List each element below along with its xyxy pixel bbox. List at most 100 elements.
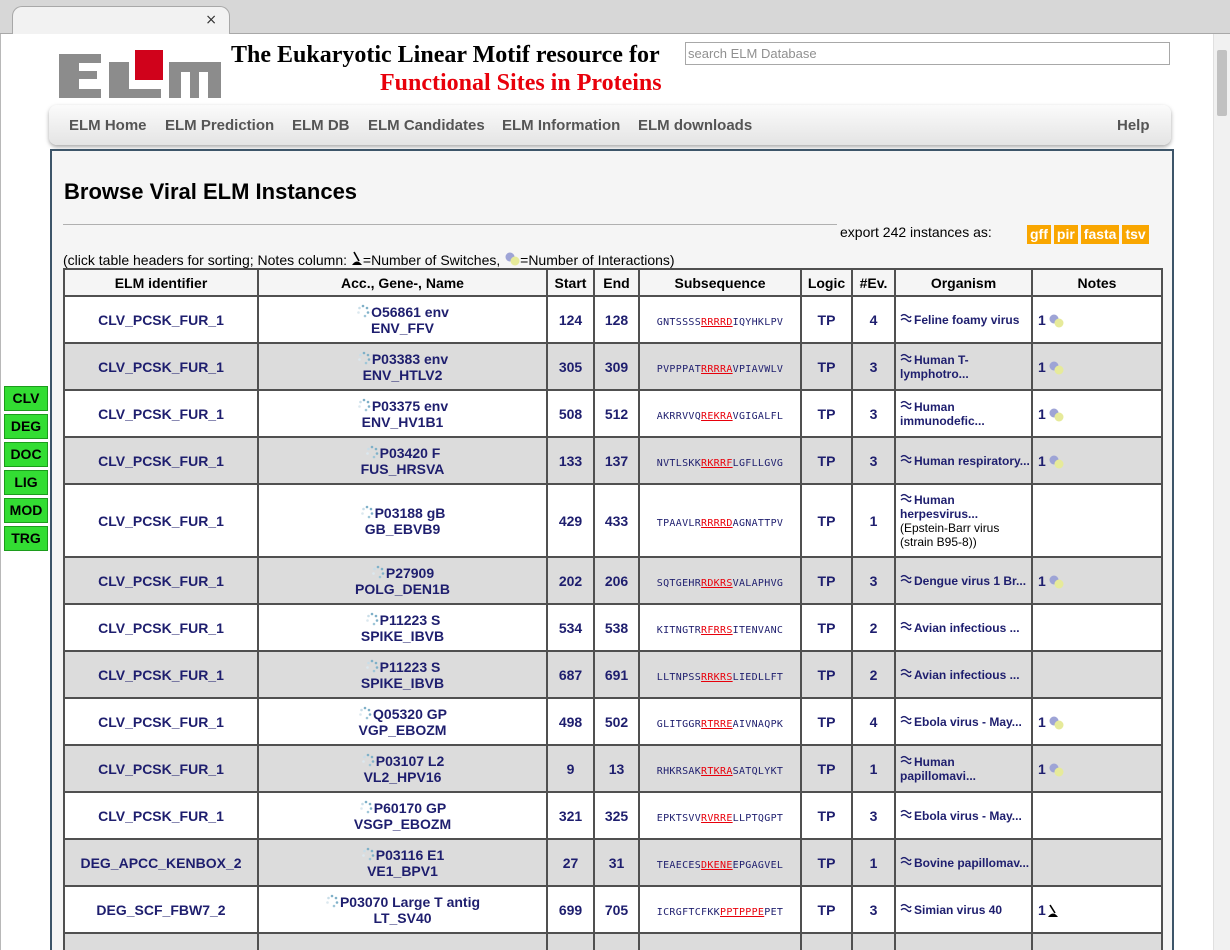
taxonomy-icon[interactable] (900, 715, 912, 725)
accession-link[interactable]: Q05320 GP (373, 706, 447, 722)
accession-link[interactable]: P60170 GP (374, 800, 446, 816)
elm-identifier-link[interactable]: CLV_PCSK_FUR_1 (98, 312, 224, 328)
elm-identifier-link[interactable]: CLV_PCSK_FUR_1 (98, 406, 224, 422)
taxonomy-icon[interactable] (900, 903, 912, 913)
taxonomy-icon[interactable] (900, 621, 912, 631)
elm-identifier-link[interactable]: DEG_SCF_FBW7_2 (96, 902, 225, 918)
elm-identifier-link[interactable]: CLV_PCSK_FUR_1 (98, 761, 224, 777)
scrollbar-thumb[interactable] (1217, 50, 1227, 116)
elm-identifier-link[interactable]: CLV_PCSK_FUR_1 (98, 513, 224, 529)
accession-link[interactable]: P27909 (386, 565, 434, 581)
elm-identifier-link[interactable]: CLV_PCSK_FUR_1 (98, 714, 224, 730)
protein-name-link[interactable]: POLG_DEN1B (355, 581, 450, 597)
interaction-icon[interactable] (1046, 361, 1064, 375)
switch-icon[interactable] (1046, 904, 1064, 918)
protein-name-link[interactable]: VE1_BPV1 (367, 863, 438, 879)
nav-elm-candidates[interactable]: ELM Candidates (368, 117, 485, 134)
taxonomy-icon[interactable] (900, 856, 912, 866)
accession-link[interactable]: P11223 S (380, 612, 441, 628)
export-fasta-button[interactable]: fasta (1080, 225, 1120, 244)
col-header-start[interactable]: Start (546, 268, 595, 297)
export-gff-button[interactable]: gff (1027, 225, 1051, 244)
interaction-icon[interactable] (1046, 575, 1064, 589)
protein-name-link[interactable]: SPIKE_IBVB (361, 628, 444, 644)
col-header-logic[interactable]: Logic (800, 268, 853, 297)
side-btn-lig[interactable]: LIG (4, 470, 48, 495)
nav-elm-db[interactable]: ELM DB (292, 117, 350, 134)
col-header-organism[interactable]: Organism (894, 268, 1033, 297)
accession-link[interactable]: P03070 Large T antig (340, 894, 480, 910)
organism-name[interactable]: Feline foamy virus (914, 313, 1019, 327)
export-tsv-button[interactable]: tsv (1122, 225, 1149, 244)
taxonomy-icon[interactable] (900, 809, 912, 819)
organism-name[interactable]: Human immunodefic... (900, 400, 985, 428)
protein-name-link[interactable]: FUS_HRSVA (361, 461, 445, 477)
protein-name-link[interactable]: VL2_HPV16 (364, 769, 442, 785)
elm-identifier-link[interactable]: DEG_APCC_KENBOX_2 (80, 855, 241, 871)
interaction-icon[interactable] (1046, 716, 1064, 730)
protein-name-link[interactable]: SPIKE_IBVB (361, 675, 444, 691)
accession-link[interactable]: P03107 L2 (376, 753, 445, 769)
col-header-notes[interactable]: Notes (1031, 268, 1163, 297)
nav-elm-downloads[interactable]: ELM downloads (638, 117, 752, 134)
accession-link[interactable]: P03116 E1 (376, 847, 445, 863)
accession-link[interactable]: P03420 F (380, 445, 441, 461)
elm-identifier-link[interactable]: CLV_PCSK_FUR_1 (98, 620, 224, 636)
taxonomy-icon[interactable] (900, 668, 912, 678)
protein-name-link[interactable]: VSGP_EBOZM (354, 816, 451, 832)
side-btn-clv[interactable]: CLV (4, 386, 48, 411)
elm-identifier-link[interactable]: CLV_PCSK_FUR_1 (98, 359, 224, 375)
accession-link[interactable]: O56861 env (371, 304, 449, 320)
taxonomy-icon[interactable] (900, 493, 912, 503)
interaction-icon[interactable] (1046, 763, 1064, 777)
nav-help[interactable]: Help (1117, 117, 1150, 134)
interaction-icon[interactable] (1046, 314, 1064, 328)
organism-name[interactable]: Bovine papillomav... (914, 856, 1029, 870)
organism-name[interactable]: Ebola virus - May... (914, 715, 1022, 729)
protein-name-link[interactable]: LT_SV40 (373, 910, 431, 926)
taxonomy-icon[interactable] (900, 313, 912, 323)
organism-name[interactable]: Avian infectious ... (914, 621, 1020, 635)
side-btn-trg[interactable]: TRG (4, 526, 48, 551)
nav-elm-home[interactable]: ELM Home (69, 117, 147, 134)
organism-name[interactable]: Avian infectious ... (914, 668, 1020, 682)
export-pir-button[interactable]: pir (1053, 225, 1078, 244)
taxonomy-icon[interactable] (900, 353, 912, 363)
side-btn-doc[interactable]: DOC (4, 442, 48, 467)
browser-tab[interactable]: × (12, 6, 230, 35)
search-input[interactable] (685, 42, 1170, 65)
elm-identifier-link[interactable]: CLV_PCSK_FUR_1 (98, 667, 224, 683)
col-header-acc-gene-name[interactable]: Acc., Gene-, Name (257, 268, 548, 297)
elm-identifier-link[interactable]: CLV_PCSK_FUR_1 (98, 808, 224, 824)
elm-logo[interactable] (57, 48, 223, 98)
organism-name[interactable]: Dengue virus 1 Br... (914, 574, 1026, 588)
side-btn-deg[interactable]: DEG (4, 414, 48, 439)
taxonomy-icon[interactable] (900, 400, 912, 410)
col-header-evidence[interactable]: #Ev. (851, 268, 896, 297)
protein-name-link[interactable]: ENV_HV1B1 (362, 414, 444, 430)
col-header-subsequence[interactable]: Subsequence (638, 268, 802, 297)
organism-name[interactable]: Ebola virus - May... (914, 809, 1022, 823)
accession-link[interactable]: P03188 gB (375, 505, 446, 521)
col-header-end[interactable]: End (593, 268, 640, 297)
col-header-elm-identifier[interactable]: ELM identifier (63, 268, 259, 297)
close-tab-icon[interactable]: × (205, 12, 217, 28)
accession-link[interactable]: P11223 S (380, 659, 441, 675)
elm-identifier-link[interactable]: CLV_PCSK_FUR_1 (98, 453, 224, 469)
protein-name-link[interactable]: ENV_FFV (371, 320, 434, 336)
organism-name[interactable]: Simian virus 40 (914, 903, 1002, 917)
nav-elm-prediction[interactable]: ELM Prediction (165, 117, 274, 134)
protein-name-link[interactable]: ENV_HTLV2 (363, 367, 443, 383)
organism-name[interactable]: Human respiratory... (914, 454, 1030, 468)
taxonomy-icon[interactable] (900, 755, 912, 765)
elm-identifier-link[interactable]: CLV_PCSK_FUR_1 (98, 573, 224, 589)
taxonomy-icon[interactable] (900, 574, 912, 584)
accession-link[interactable]: P03375 env (372, 398, 448, 414)
nav-elm-information[interactable]: ELM Information (502, 117, 620, 134)
protein-name-link[interactable]: VGP_EBOZM (359, 722, 447, 738)
taxonomy-icon[interactable] (900, 454, 912, 464)
vertical-scrollbar[interactable] (1213, 34, 1230, 950)
side-btn-mod[interactable]: MOD (4, 498, 48, 523)
protein-name-link[interactable]: GB_EBVB9 (365, 521, 440, 537)
interaction-icon[interactable] (1046, 408, 1064, 422)
